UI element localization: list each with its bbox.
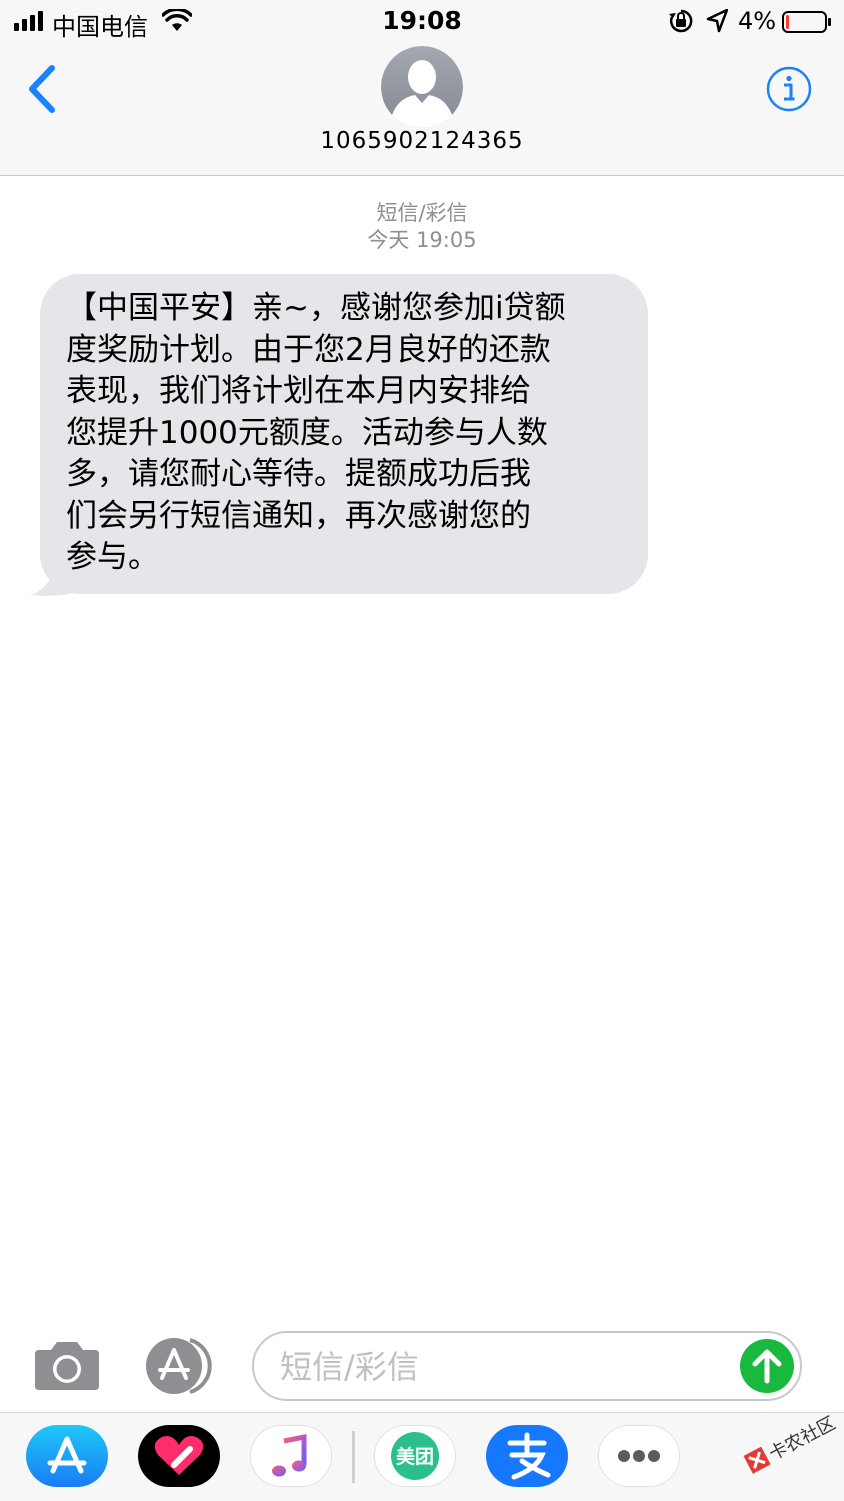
ellipsis-icon [598,1425,680,1487]
music-note-icon [250,1425,332,1487]
digital-touch-app[interactable] [138,1425,220,1487]
message-input[interactable] [278,1343,732,1391]
app-store-icon [26,1425,108,1487]
info-icon[interactable] [766,66,812,112]
camera-icon[interactable] [33,1340,101,1392]
app-store-app[interactable] [26,1425,108,1487]
alipay-icon [486,1425,568,1487]
avatar[interactable] [381,46,463,128]
meituan-app[interactable]: 美团 [374,1425,456,1487]
message-input-box[interactable] [252,1331,802,1401]
orientation-lock-icon [669,9,693,33]
chevron-left-icon[interactable] [24,64,58,114]
app-store-icon[interactable] [142,1336,218,1396]
incoming-message[interactable]: 【中国平安】亲~，感谢您参加i贷额 度奖励计划。由于您2月良好的还款 表现，我们… [30,274,648,596]
battery-percent: 4% [738,7,777,35]
drawer-divider [352,1431,355,1483]
service-label: 短信/彩信 [376,201,468,225]
status-bar: 中国电信 19:08 4% [0,0,844,44]
watermark-text: 卡农社区 [766,1413,838,1465]
meituan-label: 美团 [395,1446,434,1468]
person-icon [381,46,463,128]
more-apps[interactable] [598,1425,680,1487]
message-bubble[interactable]: 【中国平安】亲~，感谢您参加i贷额 度奖励计划。由于您2月良好的还款 表现，我们… [40,274,648,594]
contact-number[interactable]: 1065902124365 [0,128,844,154]
message-meta: 短信/彩信 今天 19:05 [0,200,844,254]
location-icon [706,9,728,33]
alipay-app[interactable] [486,1425,568,1487]
send-button[interactable] [740,1339,794,1393]
arrow-up-icon [752,1349,782,1384]
music-app[interactable] [250,1425,332,1487]
composer-bar [0,1320,844,1412]
message-timestamp: 今天 19:05 [367,228,477,252]
conversation-header: 1065902124365 [0,44,844,176]
battery-icon [782,11,831,33]
app-drawer: 美团 [0,1412,844,1501]
watermark-logo: 卡农社区 [743,1413,838,1474]
heart-icon [138,1425,220,1487]
